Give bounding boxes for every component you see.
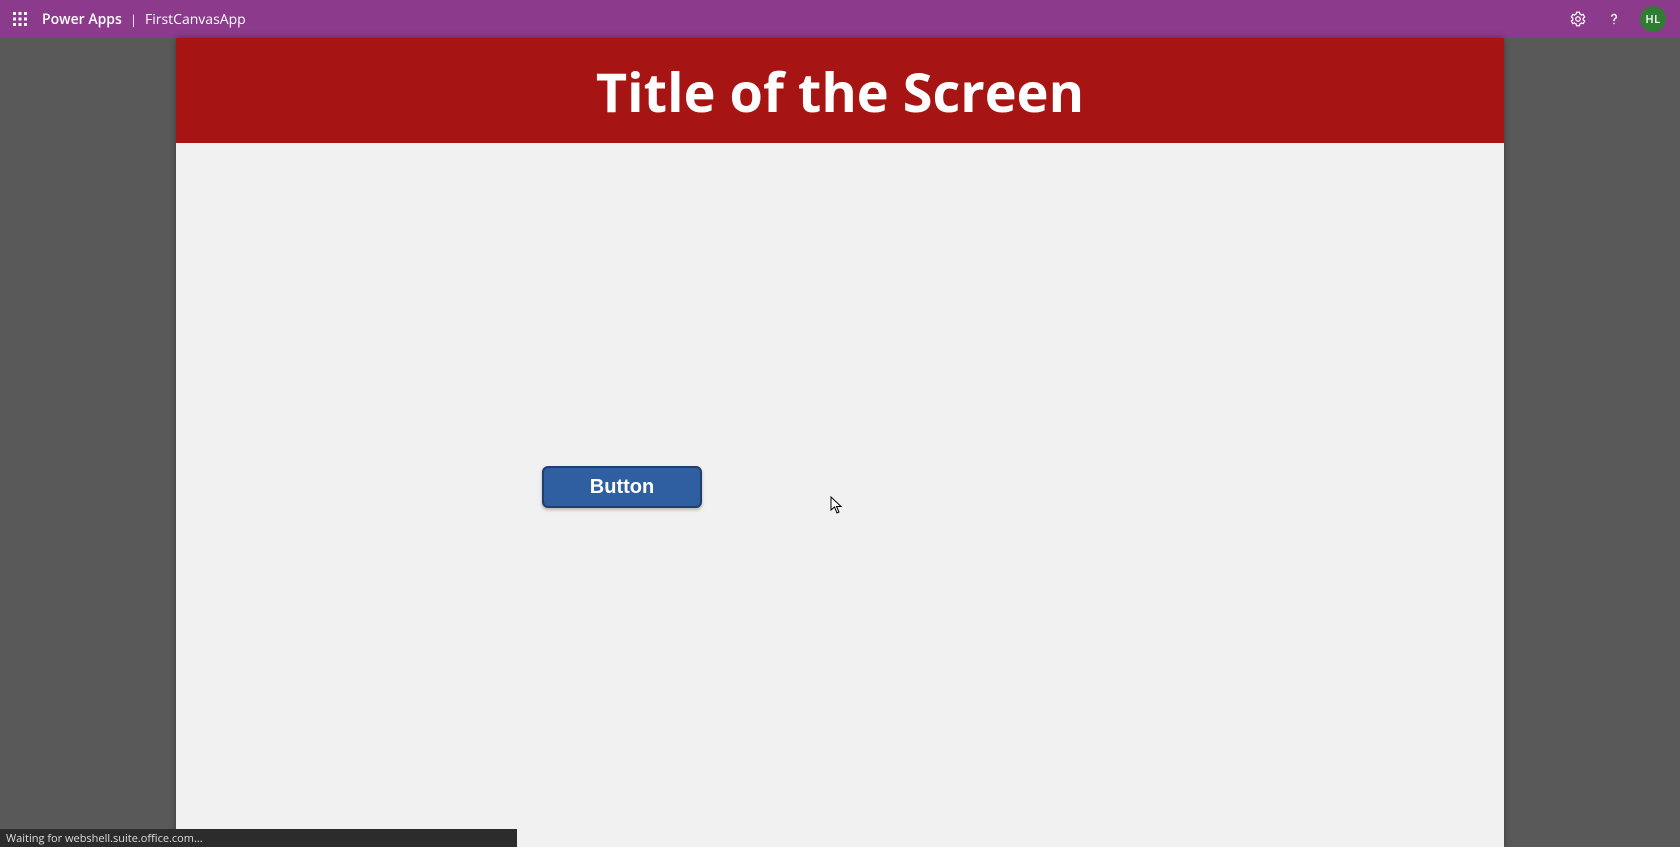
app-canvas: Title of the Screen Button	[176, 38, 1504, 847]
status-text: Waiting for webshell.suite.office.com...	[6, 831, 203, 846]
status-bar: Waiting for webshell.suite.office.com...	[0, 829, 517, 847]
gear-icon[interactable]	[1568, 9, 1588, 29]
primary-button[interactable]: Button	[542, 466, 702, 508]
cursor-icon	[830, 496, 844, 514]
screen-title: Title of the Screen	[176, 38, 1504, 143]
stage: Title of the Screen Button Waiting for w…	[0, 38, 1680, 847]
help-icon[interactable]	[1604, 9, 1624, 29]
avatar[interactable]: HL	[1640, 6, 1666, 32]
brand-label[interactable]: Power Apps	[42, 10, 122, 29]
app-name-label: FirstCanvasApp	[145, 10, 246, 29]
app-header: Power Apps | FirstCanvasApp HL	[0, 0, 1680, 38]
header-right: HL	[1568, 6, 1672, 32]
waffle-icon[interactable]	[8, 7, 32, 31]
separator: |	[130, 10, 137, 28]
